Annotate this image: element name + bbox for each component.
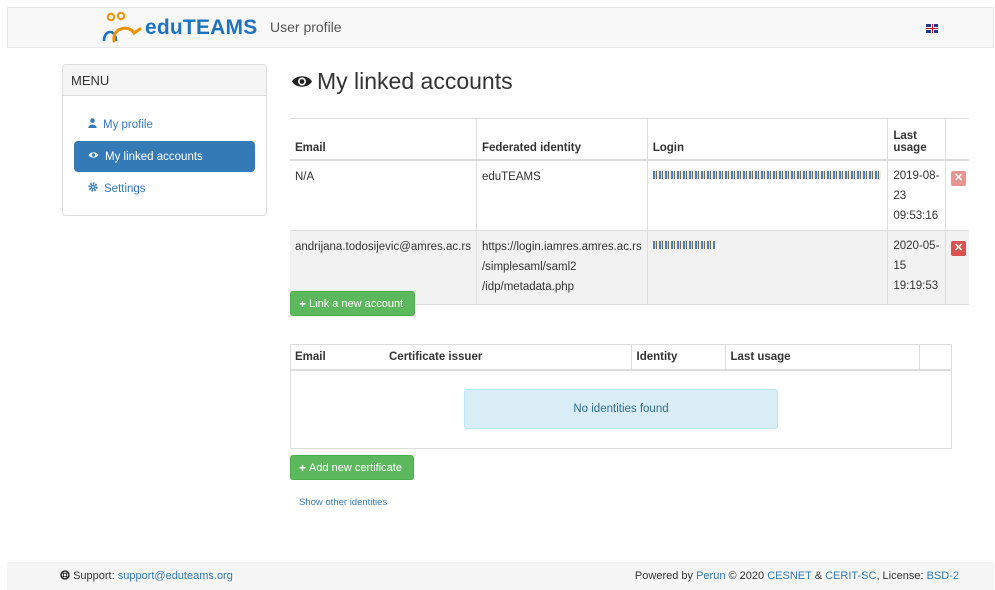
page-title: My linked accounts [291, 68, 513, 95]
top-navbar: eduTEAMS User profile [7, 7, 994, 48]
footer: Support: support@eduteams.org Powered by… [7, 562, 994, 590]
plus-icon: + [299, 460, 307, 475]
last-usage-time: 09:53:16 [893, 209, 939, 222]
column-header-actions [918, 344, 952, 371]
certificates-table: Email Certificate issuer Identity Last u… [290, 344, 952, 371]
table-row: N/A eduTEAMS 2019-08-23 09:53:16 ✕ [290, 159, 969, 231]
add-new-certificate-button[interactable]: + Add new certificate [290, 455, 414, 480]
account-actions: ✕ [945, 230, 969, 305]
column-header-actions [945, 118, 969, 161]
eye-icon [291, 68, 313, 95]
brand-name: eduTEAMS [145, 16, 258, 39]
lifebuoy-icon [60, 570, 73, 582]
sidebar-menu: MENU My profile My linked accounts Setti… [62, 64, 267, 216]
powered-by: Powered by Perun © 2020 CESNET & CERIT-S… [634, 570, 959, 582]
column-header-federated-identity: Federated identity [475, 118, 648, 161]
sidebar-item-label: My linked accounts [105, 150, 203, 163]
sidebar-item-settings[interactable]: Settings [74, 173, 255, 204]
sidebar-item-my-profile[interactable]: My profile [74, 109, 255, 140]
gear-icon [88, 182, 98, 195]
linked-accounts-table: Email Federated identity Login Last usage… [290, 118, 969, 305]
show-other-identities-link[interactable]: Show other identities [299, 497, 387, 508]
column-header-email: Email [290, 118, 477, 161]
uk-flag-icon[interactable] [926, 24, 938, 33]
sidebar-item-label: My profile [103, 118, 153, 131]
support-email-link[interactable]: support@eduteams.org [118, 570, 233, 582]
link-new-account-button[interactable]: + Link a new account [290, 291, 415, 316]
sidebar-item-label: Settings [104, 182, 146, 195]
account-federated-identity: https://login.iamres.amres.ac.rs /simple… [475, 230, 648, 305]
page-title-text: My linked accounts [317, 68, 513, 94]
user-icon [88, 118, 97, 131]
license-link[interactable]: BSD-2 [927, 570, 959, 582]
account-actions: ✕ [945, 159, 969, 231]
last-usage-date: 2020-05-15 [893, 239, 940, 272]
column-header-login: Login [646, 118, 888, 161]
support-info: Support: support@eduteams.org [60, 570, 233, 582]
last-usage-date: 2019-08-23 [893, 169, 940, 202]
column-header-identity: Identity [630, 344, 725, 371]
eduteams-logo-icon [102, 11, 142, 43]
perun-link[interactable]: Perun [696, 570, 725, 582]
masked-login-value [652, 171, 881, 180]
eye-icon [88, 151, 99, 162]
remove-account-button[interactable]: ✕ [951, 240, 967, 256]
no-identities-alert: No identities found [464, 389, 778, 429]
plus-icon: + [299, 296, 307, 311]
column-header-last-usage: Last usage [887, 118, 946, 161]
brand-logo[interactable]: eduTEAMS [90, 11, 257, 45]
cerit-sc-link[interactable]: CERIT-SC [825, 570, 876, 582]
table-header-row: Email Federated identity Login Last usage [290, 118, 969, 161]
account-last-usage: 2019-08-23 09:53:16 [887, 159, 946, 231]
last-usage-time: 19:19:53 [893, 279, 939, 292]
account-federated-identity: eduTEAMS [475, 159, 648, 231]
column-header-last-usage: Last usage [724, 344, 919, 371]
menu-heading: MENU [63, 65, 266, 96]
nav-title[interactable]: User profile [270, 19, 342, 35]
support-label: Support: [73, 570, 115, 582]
sidebar-item-my-linked-accounts[interactable]: My linked accounts [74, 141, 255, 172]
account-login [646, 159, 888, 231]
account-last-usage: 2020-05-15 19:19:53 [887, 230, 946, 305]
column-header-certificate-issuer: Certificate issuer [384, 344, 631, 371]
cesnet-link[interactable]: CESNET [767, 570, 811, 582]
masked-login-value [652, 241, 715, 250]
table-header-row: Email Certificate issuer Identity Last u… [290, 344, 952, 371]
account-email: N/A [290, 159, 477, 231]
remove-account-button[interactable]: ✕ [951, 170, 967, 186]
column-header-email: Email [290, 344, 384, 371]
account-login [646, 230, 888, 305]
